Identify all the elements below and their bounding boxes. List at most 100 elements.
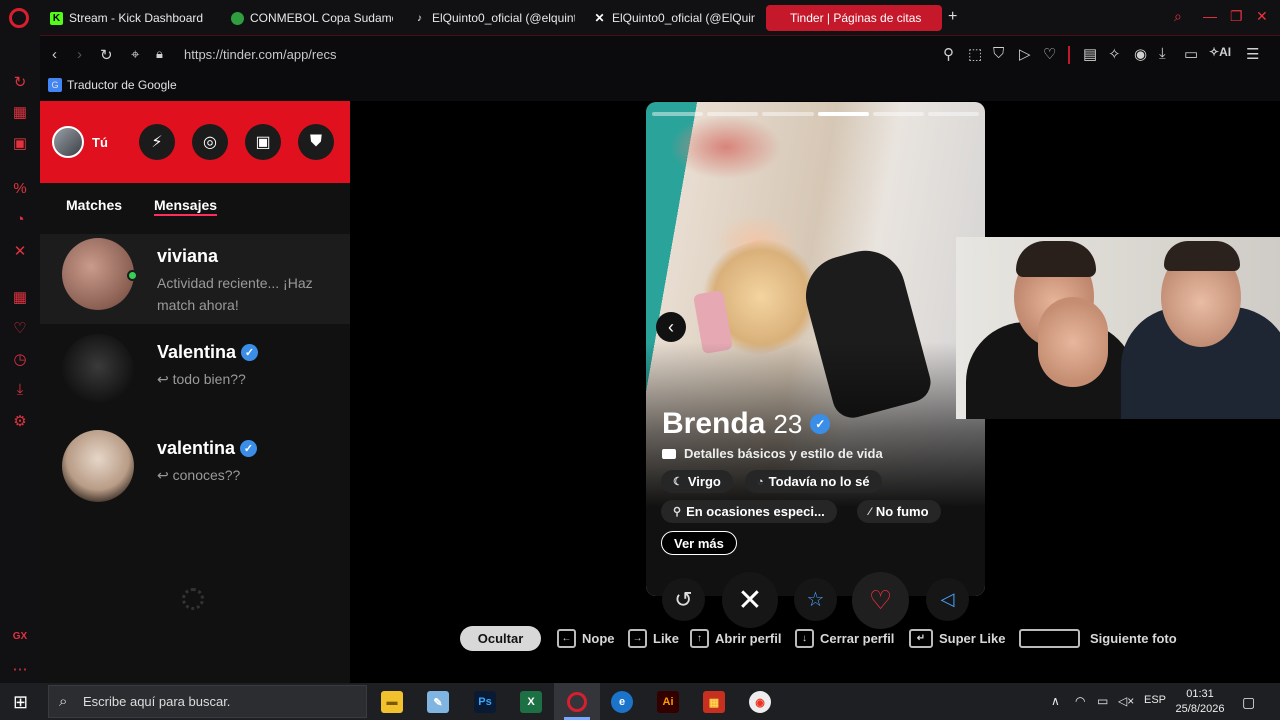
excel-icon[interactable]: X	[520, 691, 542, 713]
clock-icon[interactable]: ◷	[10, 350, 30, 368]
pin-icon[interactable]: ⚲	[943, 45, 954, 63]
tray-expand-icon[interactable]: ∧	[1051, 694, 1060, 708]
search-tabs-icon[interactable]: ⌕	[1174, 8, 1182, 25]
shortcut-open-profile: ↑ Abrir perfil	[690, 628, 781, 648]
recorder-icon[interactable]: ◉	[749, 691, 771, 713]
forward-icon[interactable]: ›	[77, 46, 82, 63]
close-icon: ✕	[737, 583, 763, 617]
clock[interactable]: 01:31 25/8/2026	[1172, 687, 1228, 717]
winrar-icon[interactable]: ▦	[703, 691, 725, 713]
ai-button[interactable]: ✧AI	[1209, 45, 1231, 59]
whatsapp-icon[interactable]: ◔	[10, 211, 30, 228]
portfolio-button[interactable]: ▣	[245, 124, 281, 160]
tab-tiktok[interactable]: ♪ ElQuinto0_oficial (@elquint	[413, 5, 575, 31]
minimize-icon[interactable]: —	[1203, 8, 1217, 24]
language-indicator[interactable]: ESP	[1144, 694, 1166, 706]
chip-drinking: ⚲ En ocasiones especi...	[661, 500, 837, 523]
bookmark-label: Traductor de Google	[67, 78, 177, 92]
back-icon[interactable]: ‹	[52, 46, 57, 63]
conversation-item[interactable]: valentina ✓ ↩ conoces??	[40, 426, 350, 516]
easy-setup-icon[interactable]: ☰	[1246, 45, 1259, 63]
heart-icon: ♡	[868, 585, 893, 615]
volume-icon[interactable]: ◁×	[1118, 694, 1134, 708]
bookmark-google-translate[interactable]: G Traductor de Google	[48, 78, 177, 92]
browser-tab-bar: K Stream - Kick Dashboard CONMEBOL Copa …	[0, 0, 1280, 35]
battery-icon[interactable]: ▭	[1184, 45, 1198, 63]
shield-icon[interactable]: ⛉	[993, 45, 1004, 62]
gx-icon[interactable]: GX	[10, 631, 30, 642]
edge-icon[interactable]: e	[611, 691, 633, 713]
new-tab-button[interactable]: +	[948, 8, 957, 26]
verified-icon: ✓	[240, 440, 258, 457]
network-icon[interactable]: ◠	[1075, 694, 1085, 708]
tag-icon	[662, 448, 676, 459]
heart-bookmark-icon[interactable]: ♡	[1043, 45, 1056, 63]
explore-button[interactable]: ◎	[192, 124, 228, 160]
heart-icon[interactable]: ♡	[10, 319, 30, 337]
boost-send-button[interactable]: ◁	[926, 578, 969, 621]
tab-kick[interactable]: K Stream - Kick Dashboard	[50, 5, 225, 31]
like-button[interactable]: ♡	[852, 572, 909, 629]
extensions-icon[interactable]: ✧	[1108, 45, 1121, 63]
kick-icon: K	[50, 11, 63, 25]
name-text: Brenda	[662, 407, 766, 440]
safety-button[interactable]: ⛊	[298, 124, 334, 160]
file-explorer-icon[interactable]: ▬	[381, 691, 403, 713]
avatar[interactable]	[52, 126, 84, 158]
opera-logo-icon[interactable]	[9, 8, 29, 28]
previous-photo-button[interactable]: ‹	[656, 312, 686, 342]
battery-icon[interactable]: ▭	[1097, 694, 1108, 708]
snapshot-icon[interactable]: ⬚	[968, 45, 982, 63]
details-label: Detalles básicos y estilo de vida	[684, 446, 883, 461]
illustrator-icon[interactable]: Ai	[657, 691, 679, 713]
opera-taskbar-button[interactable]	[554, 683, 600, 720]
bookmarks-bar: G Traductor de Google	[40, 73, 1280, 101]
conversation-message: Actividad reciente... ¡Haz match ahora!	[157, 275, 313, 313]
download-icon[interactable]: ⤓	[10, 381, 30, 398]
super-like-button[interactable]: ☆	[794, 578, 837, 621]
profile-icon[interactable]: ◉	[1134, 45, 1147, 63]
close-window-icon[interactable]: ✕	[1256, 8, 1268, 25]
reload-icon[interactable]: ↻	[100, 46, 113, 64]
briefcase-icon: ▣	[255, 134, 271, 151]
notifications-icon[interactable]: ▢	[1242, 694, 1255, 711]
lock-icon[interactable]: 🔒︎	[156, 46, 163, 62]
tab-tinder[interactable]: Tinder | Páginas de citas	[766, 5, 942, 31]
send-icon[interactable]: ▷	[1019, 45, 1031, 63]
search-placeholder: Escribe aquí para buscar.	[83, 694, 231, 709]
location-icon[interactable]: ⌖	[131, 46, 139, 63]
gallery-icon[interactable]: ▤	[1083, 45, 1097, 63]
my-profile-label[interactable]: Tú	[92, 135, 108, 150]
notepad-icon[interactable]: ✎	[427, 691, 449, 713]
history-icon[interactable]: ↻	[10, 73, 30, 91]
nope-button[interactable]: ✕	[722, 572, 778, 628]
tab-matches[interactable]: Matches	[66, 197, 122, 213]
url-field[interactable]: https://tinder.com/app/recs	[184, 47, 336, 62]
shortcut-label: Like	[653, 630, 680, 646]
windows-start-icon[interactable]: ⊞	[13, 692, 28, 713]
downloads-icon[interactable]: ⤓	[1159, 45, 1166, 62]
taskbar-search[interactable]: ⌕ Escribe aquí para buscar.	[48, 685, 367, 718]
percent-icon[interactable]: %	[10, 180, 30, 197]
verified-icon: ✓	[810, 414, 831, 434]
arrow-down-icon: ↓	[795, 628, 814, 648]
notes-icon[interactable]: ▦	[10, 103, 30, 121]
matches-panel: Tú ⚡︎ ◎ ▣ ⛊ Matches Mensajes viviana Act…	[40, 101, 350, 683]
more-icon[interactable]: ⋯	[10, 660, 30, 678]
profile-card[interactable]: ‹ Brenda 23 ✓ Detalles básicos y estilo …	[646, 102, 985, 596]
photoshop-icon[interactable]: Ps	[474, 691, 496, 713]
hide-shortcuts-button[interactable]: Ocultar	[460, 626, 541, 651]
conversation-item[interactable]: viviana Actividad reciente... ¡Haz match…	[40, 234, 350, 324]
ver-mas-button[interactable]: Ver más	[661, 531, 737, 555]
x-sidebar-icon[interactable]: ✕	[10, 242, 30, 260]
rewind-button[interactable]: ↺	[662, 578, 705, 621]
tab-conmebol[interactable]: CONMEBOL Copa Sudame	[231, 5, 393, 31]
boost-button[interactable]: ⚡︎	[139, 124, 175, 160]
workspaces-icon[interactable]: ▦	[10, 288, 30, 306]
conversation-item[interactable]: Valentina ✓ ↩ todo bien??	[40, 330, 350, 420]
messenger-icon[interactable]: ▣	[10, 134, 30, 152]
settings-icon[interactable]: ⚙	[10, 412, 30, 430]
tab-mensajes[interactable]: Mensajes	[154, 197, 218, 216]
tab-x[interactable]: ✕ ElQuinto0_oficial (@ElQuint	[593, 5, 755, 31]
restore-icon[interactable]: ❐	[1230, 8, 1243, 25]
